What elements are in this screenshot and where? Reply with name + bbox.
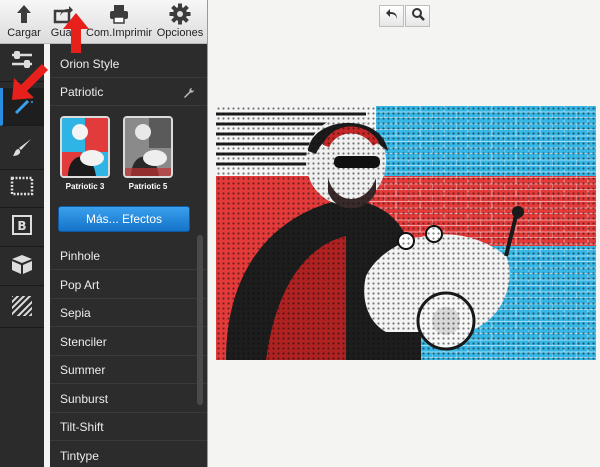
zoom-button[interactable] [405, 5, 430, 27]
effect-item-tintype[interactable]: Tintype [50, 442, 207, 467]
printer-icon [84, 3, 154, 27]
more-effects-button[interactable]: Más... Efectos [58, 206, 190, 232]
options-label: Opciones [156, 27, 204, 39]
wrench-icon[interactable] [183, 78, 195, 106]
effect-item-tilt-shift[interactable]: Tilt-Shift [50, 413, 207, 441]
panel-divider [207, 0, 208, 467]
effect-thumbnail-patriotic-5[interactable] [123, 116, 173, 178]
options-button[interactable]: Opciones [154, 0, 206, 44]
overlay-stripes-icon [10, 294, 34, 323]
effect-item-stenciler[interactable]: Stenciler [50, 328, 207, 356]
effect-item-summer[interactable]: Summer [50, 356, 207, 384]
thumbnail-label-patriotic-5: Patriotic 5 [128, 182, 168, 191]
annotation-arrow-up [61, 12, 91, 59]
top-toolbar: Cargar Guar Com.Imprimir Opciones [0, 0, 207, 44]
svg-text:B: B [17, 219, 26, 233]
rail-frames-button[interactable] [0, 170, 44, 208]
load-button[interactable]: Cargar [4, 0, 44, 44]
brush-icon [11, 137, 33, 164]
rail-stickers-button[interactable] [0, 248, 44, 286]
effect-item-pinhole[interactable]: Pinhole [50, 242, 207, 270]
current-group-label: Patriotic [60, 85, 104, 99]
rail-brush-button[interactable] [0, 132, 44, 170]
print-label: Com.Imprimir [86, 27, 152, 39]
panel-scrollbar[interactable] [197, 235, 203, 405]
thumbnail-label-patriotic-3: Patriotic 3 [65, 182, 105, 191]
effect-group-patriotic[interactable]: Patriotic [50, 78, 207, 106]
load-label: Cargar [7, 27, 41, 39]
sticker-box-icon [10, 253, 34, 280]
effect-item-sepia[interactable]: Sepia [50, 299, 207, 327]
rail-overlays-button[interactable] [0, 290, 44, 328]
effects-panel: Orion Style Patriotic Patriotic 3 Patrio… [50, 44, 207, 467]
photo-canvas[interactable] [216, 106, 596, 360]
text-b-icon: B [11, 214, 33, 241]
undo-button[interactable] [379, 5, 404, 27]
upload-arrow-icon [4, 3, 44, 27]
effect-item-sunburst[interactable]: Sunburst [50, 385, 207, 413]
effect-thumbnail-patriotic-3[interactable] [60, 116, 110, 178]
zoom-icon [411, 7, 425, 26]
effect-item-pop-art[interactable]: Pop Art [50, 271, 207, 299]
annotation-arrow-diagonal [8, 60, 52, 109]
gear-icon [154, 3, 206, 27]
rail-text-button[interactable]: B [0, 209, 44, 247]
undo-icon [385, 7, 399, 25]
print-button[interactable]: Com.Imprimir [84, 0, 154, 44]
frame-icon [10, 176, 34, 201]
